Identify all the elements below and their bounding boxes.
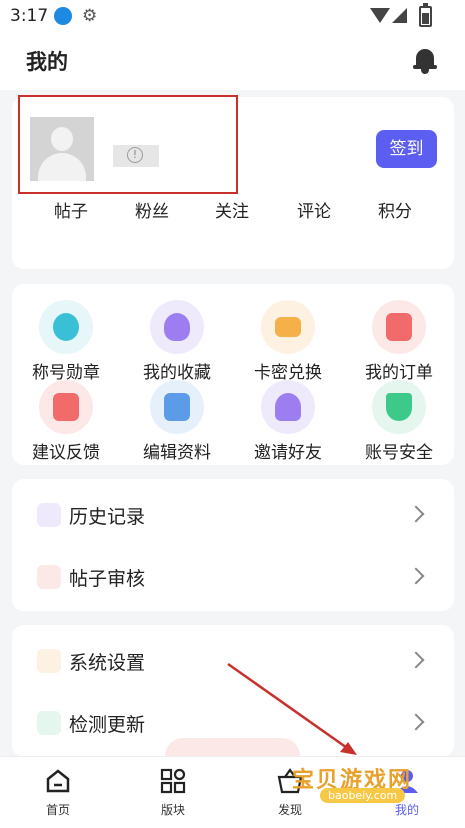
home-icon	[44, 767, 72, 795]
watermark-url: baobeiy.com	[320, 788, 406, 803]
tab-sections[interactable]: 版块	[143, 767, 203, 818]
annotation-arrow	[227, 662, 357, 755]
tab-home[interactable]: 首页	[28, 767, 88, 818]
grid-icon	[159, 767, 187, 795]
